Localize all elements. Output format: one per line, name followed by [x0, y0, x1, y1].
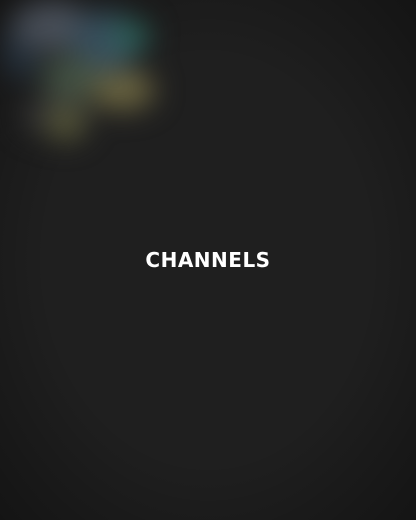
page-title: CHANNELS	[145, 248, 271, 272]
channels-screen: CHANNELS	[0, 0, 416, 520]
